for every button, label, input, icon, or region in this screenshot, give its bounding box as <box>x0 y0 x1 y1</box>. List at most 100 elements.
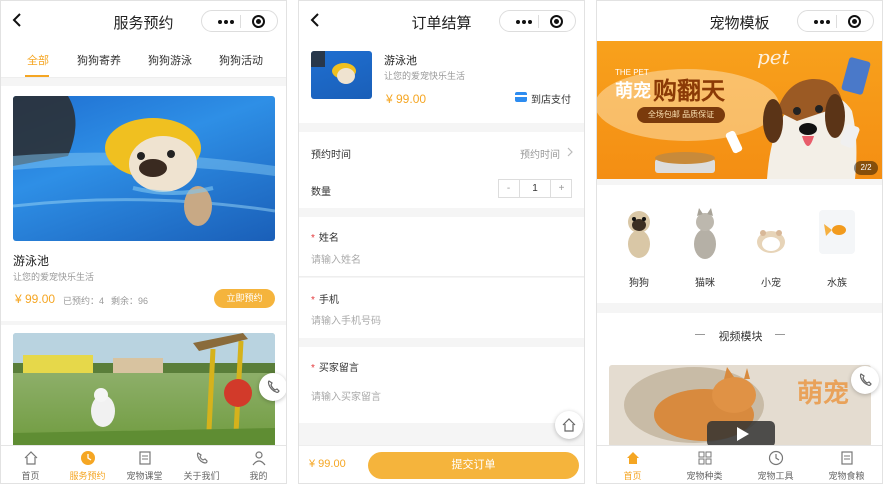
booking-time-label: 预约时间 <box>311 150 351 161</box>
product-name: 游泳池 <box>384 55 417 67</box>
cat-image <box>694 208 716 259</box>
mini-program-capsule[interactable] <box>201 10 278 32</box>
clock-icon <box>768 450 783 466</box>
product-desc: 让您的爱宠快乐生活 <box>384 71 466 81</box>
phone-ring-icon <box>196 452 208 464</box>
close-target-icon[interactable] <box>550 15 563 28</box>
document-icon <box>138 451 151 465</box>
booked-count: 已预约：4 <box>63 296 105 306</box>
hamster-image <box>757 230 785 253</box>
phone-call-button[interactable] <box>851 366 879 394</box>
required-star: * <box>311 233 315 244</box>
promo-banner[interactable]: THE PET 萌宠 购翻天 全场包邮 品质保证 pet 2/2 <box>597 41 882 179</box>
service-card[interactable]: 游泳池 让您的爱宠快乐生活 ¥ 99.00 已预约：4 剩余：96 立即预约 <box>1 86 286 321</box>
tabbar-home[interactable]: 首页 <box>2 446 59 483</box>
required-star: * <box>311 295 315 306</box>
tabbar-about[interactable]: 关于我们 <box>173 446 230 483</box>
quantity-input[interactable]: 1 <box>519 180 551 197</box>
tab-dog-activities[interactable]: 狗狗活动 <box>219 52 263 68</box>
tabbar-mine-label: 我的 <box>249 471 268 481</box>
tabbar-pet-tools[interactable]: 宠物工具 <box>740 446 811 483</box>
service-card-2[interactable] <box>1 325 286 451</box>
pug-image <box>628 211 650 258</box>
user-icon <box>252 451 265 466</box>
nav-bar: 服务预约 <box>1 1 286 41</box>
booking-time-picker[interactable]: 预约时间 <box>520 146 560 161</box>
tabbar-pet-types[interactable]: 宠物种类 <box>669 446 740 483</box>
banner-en-small: THE PET <box>615 68 649 77</box>
name-field-row: * 姓名 请输入姓名 <box>299 217 584 277</box>
tabbar-pet-tools-label: 宠物工具 <box>757 471 794 481</box>
video-player[interactable]: 萌宠 <box>609 365 871 447</box>
message-field-row: * 买家留言 请输入买家留言 <box>299 347 584 423</box>
clock-filled-icon <box>80 451 95 465</box>
mini-program-capsule[interactable] <box>797 10 874 32</box>
service-desc: 让您的爱宠快乐生活 <box>13 272 95 282</box>
order-checkout-screen: 订单结算 游泳池 让您的爱宠快乐生活 ¥ 99.00 到店支付 预约时间 预约时… <box>298 0 585 484</box>
banner-headline-a: 萌宠 <box>615 81 651 101</box>
phone-input[interactable]: 请输入手机号码 <box>311 312 381 327</box>
grid-icon <box>698 451 711 465</box>
chevron-right-icon <box>567 147 573 157</box>
service-booking-screen: 服务预约 全部 狗狗寄养 狗狗游泳 狗狗活动 游泳池 让您的爱宠快乐生活 ¥ 9… <box>0 0 287 484</box>
goldfish-image <box>819 210 855 254</box>
booking-section: 预约时间 预约时间 数量 - 1 + <box>299 132 584 208</box>
tabbar-pet-types-label: 宠物种类 <box>686 471 723 481</box>
screens-canvas: 服务预约 全部 狗狗寄养 狗狗游泳 狗狗活动 游泳池 让您的爱宠快乐生活 ¥ 9… <box>0 0 883 484</box>
category-cat-label: 猫咪 <box>695 278 715 289</box>
tabbar-mine[interactable]: 我的 <box>230 446 286 483</box>
category-tabs: 全部 狗狗寄养 狗狗游泳 狗狗活动 <box>1 41 286 78</box>
phone-label: * 手机 <box>311 295 339 306</box>
service-name: 游泳池 <box>13 254 50 268</box>
document-icon <box>840 451 853 465</box>
more-dots-icon[interactable] <box>218 20 234 24</box>
phone-field-row: * 手机 请输入手机号码 <box>299 278 584 338</box>
tab-dog-swimming[interactable]: 狗狗游泳 <box>148 52 192 68</box>
close-target-icon[interactable] <box>252 15 265 28</box>
home-icon <box>562 418 576 432</box>
more-dots-icon[interactable] <box>814 20 830 24</box>
pay-at-store-label: 到店支付 <box>531 95 571 106</box>
quantity-plus-button[interactable]: + <box>552 180 571 197</box>
tabbar-home-label: 首页 <box>623 471 642 481</box>
total-price: ¥ 99.00 <box>309 458 346 470</box>
quantity-label: 数量 <box>311 187 331 198</box>
submit-order-button[interactable]: 提交订单 <box>368 452 579 479</box>
dog-park-photo[interactable] <box>13 333 275 451</box>
close-target-icon[interactable] <box>848 15 861 28</box>
category-dog-label: 狗狗 <box>629 278 649 289</box>
tabbar-pet-food-label: 宠物食粮 <box>828 471 865 481</box>
category-small-pet-label: 小宠 <box>761 278 781 289</box>
name-input[interactable]: 请输入姓名 <box>311 251 361 266</box>
quantity-minus-button[interactable]: - <box>499 180 518 197</box>
pet-template-screen: 宠物模板 THE PET 萌宠 购翻天 全场包邮 品质保证 pet 2/2 狗狗… <box>596 0 883 484</box>
book-now-button[interactable]: 立即预约 <box>214 289 275 308</box>
banner-page-indicator: 2/2 <box>854 161 878 175</box>
tab-all[interactable]: 全部 <box>27 52 49 68</box>
tabbar-home[interactable]: 首页 <box>597 446 668 483</box>
video-module: 萌宠 <box>597 353 882 447</box>
swimming-dog-photo[interactable] <box>13 96 275 241</box>
phone-call-button[interactable] <box>259 373 286 401</box>
video-section-header: 视频模块 <box>597 313 882 353</box>
category-aquarium-label: 水族 <box>827 278 847 289</box>
banner-headline-b: 购翻天 <box>653 78 725 105</box>
phone-icon <box>859 373 872 386</box>
more-dots-icon[interactable] <box>516 20 532 24</box>
product-price: ¥ 99.00 <box>386 92 427 106</box>
video-overlay-text: 萌宠 <box>797 378 850 408</box>
mini-program-capsule[interactable] <box>499 10 576 32</box>
tab-dog-boarding[interactable]: 狗狗寄养 <box>77 52 121 68</box>
nav-bar: 宠物模板 <box>597 1 882 41</box>
tabbar-booking[interactable]: 服务预约 <box>59 446 116 483</box>
home-icon <box>24 451 37 465</box>
quantity-stepper: - 1 + <box>498 179 572 198</box>
tabbar-booking-label: 服务预约 <box>69 471 106 481</box>
phone-icon <box>267 380 280 393</box>
message-input[interactable]: 请输入买家留言 <box>311 388 381 403</box>
tabbar-pet-food[interactable]: 宠物食粮 <box>811 446 882 483</box>
home-filled-icon <box>626 452 639 464</box>
home-float-button[interactable] <box>555 411 583 439</box>
remaining-count: 剩余：96 <box>111 296 149 306</box>
tabbar-class[interactable]: 宠物课堂 <box>116 446 173 483</box>
